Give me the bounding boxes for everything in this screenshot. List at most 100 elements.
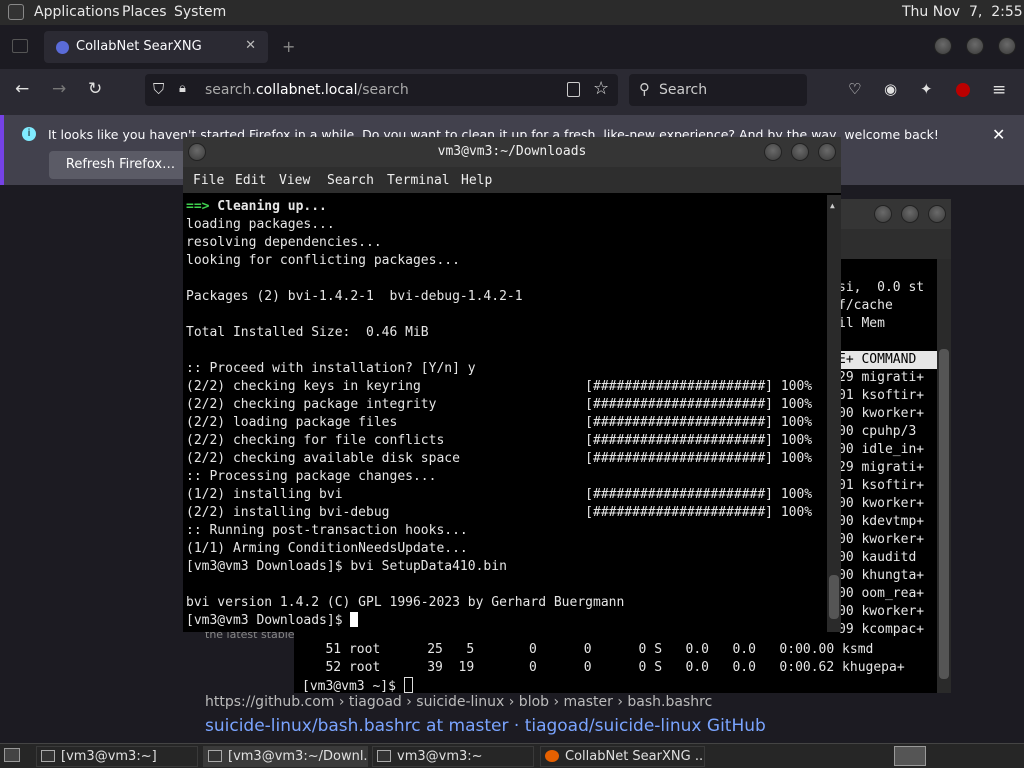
terminal-close-button[interactable] xyxy=(818,143,836,161)
top-side-line: 00 cpuhp/3 xyxy=(838,424,917,439)
downloads-terminal-window: vm3@vm3:~/Downloads File Edit View Searc… xyxy=(183,137,841,632)
search-placeholder: Search xyxy=(659,82,708,98)
refresh-firefox-button[interactable]: Refresh Firefox… xyxy=(49,151,192,179)
terminal-line: [vm3@vm3 Downloads]$ bvi SetupData410.bi… xyxy=(186,559,507,574)
terminal-line: ==> Cleaning up... xyxy=(186,199,327,214)
terminal-minimize-button[interactable] xyxy=(764,143,782,161)
menu-edit[interactable]: Edit xyxy=(235,172,266,190)
terminal-line: (2/2) installing bvi-debug [############… xyxy=(186,505,813,520)
taskbar-label: CollabNet SearXNG ... xyxy=(565,749,705,764)
shield-icon[interactable]: ⛉ xyxy=(153,80,164,98)
cursor xyxy=(350,612,359,627)
top-terminal-close-button[interactable] xyxy=(928,205,946,223)
terminal-line: (2/2) loading package files [###########… xyxy=(186,415,813,430)
forward-arrow-icon[interactable]: → xyxy=(52,79,66,99)
applications-menu[interactable]: Applications xyxy=(34,4,120,20)
system-menu[interactable]: System xyxy=(174,4,226,20)
bookmark-star-icon[interactable]: ☆ xyxy=(593,78,609,99)
top-terminal-minimize-button[interactable] xyxy=(874,205,892,223)
new-tab-icon[interactable]: + xyxy=(282,37,295,56)
close-notification-icon[interactable]: ✕ xyxy=(992,125,1005,144)
maximize-window-button[interactable] xyxy=(966,37,984,55)
hamburger-menu-icon[interactable]: ≡ xyxy=(992,80,1006,100)
top-terminal-scrollbar[interactable] xyxy=(937,259,951,693)
nav-bar: ← → ↻ ⛉ 🔒︎ search.collabnet.local/search… xyxy=(0,69,1024,115)
firefox-icon xyxy=(545,750,559,762)
places-menu[interactable]: Places xyxy=(122,4,167,20)
terminal-output[interactable]: ==> Cleaning up... loading packages... res… xyxy=(186,198,826,630)
back-arrow-icon[interactable]: ← xyxy=(15,79,29,99)
taskbar-item-vm3[interactable]: vm3@vm3:~ xyxy=(372,746,534,767)
workspace-switcher[interactable] xyxy=(894,746,926,766)
terminal-menu-button[interactable] xyxy=(188,143,206,161)
extensions-icon[interactable]: ✦ xyxy=(920,80,933,98)
search-box[interactable]: ⚲ Search xyxy=(629,74,807,106)
menu-file[interactable]: File xyxy=(193,172,224,190)
result-title-link[interactable]: suicide-linux/bash.bashrc at master · ti… xyxy=(205,716,766,736)
menu-view[interactable]: View xyxy=(279,172,310,190)
search-icon: ⚲ xyxy=(639,80,650,98)
top-side-line: 29 migrati+ xyxy=(838,370,925,385)
searxng-favicon-icon xyxy=(56,41,69,54)
taskbar-item-firefox[interactable]: CollabNet SearXNG ... xyxy=(540,746,705,767)
taskbar-label: [vm3@vm3:~/Downl... xyxy=(228,749,368,764)
account-icon[interactable]: ◉ xyxy=(884,80,897,98)
result-breadcrumb[interactable]: https://github.com › tiagoad › suicide-l… xyxy=(205,694,712,710)
top-side-line: 00 idle_in+ xyxy=(838,442,925,457)
terminal-maximize-button[interactable] xyxy=(791,143,809,161)
terminal-scrollbar[interactable]: ▲ xyxy=(827,195,841,632)
terminal-line: loading packages... xyxy=(186,217,335,232)
top-process-list: si, 0.0 st f/cache il Mem E+ COMMAND 29 migr… xyxy=(838,279,938,639)
taskbar-item-vm3-home[interactable]: [vm3@vm3:~] xyxy=(36,746,198,767)
ublock-icon[interactable] xyxy=(956,83,970,97)
taskbar-label: vm3@vm3:~ xyxy=(397,749,483,764)
top-side-line: f/cache xyxy=(838,298,893,313)
pocket-icon[interactable]: ♡ xyxy=(848,80,861,98)
tab-overview-icon[interactable] xyxy=(12,39,28,53)
menu-help[interactable]: Help xyxy=(461,172,492,190)
top-terminal-scroll-thumb[interactable] xyxy=(939,349,949,679)
top-panel: Applications Places System Thu Nov 7, 2:… xyxy=(0,0,1024,25)
top-row: 52 root 39 19 0 0 0 S 0.0 0.0 0:00.62 kh… xyxy=(302,660,905,675)
top-side-line: 01 ksoftir+ xyxy=(838,478,925,493)
show-desktop-icon[interactable] xyxy=(4,748,20,762)
top-prompt[interactable]: [vm3@vm3 ~]$ xyxy=(302,677,922,695)
top-side-line: 00 kworker+ xyxy=(838,406,925,421)
lock-icon[interactable]: 🔒︎ xyxy=(179,81,186,96)
top-terminal-maximize-button[interactable] xyxy=(901,205,919,223)
clock[interactable]: Thu Nov 7, 2:55 PM xyxy=(902,4,1024,20)
url-bar[interactable]: ⛉ 🔒︎ search.collabnet.local/search ☆ xyxy=(145,74,618,106)
close-window-button[interactable] xyxy=(998,37,1016,55)
terminal-line: bvi version 1.4.2 (C) GPL 1996-2023 by G… xyxy=(186,595,625,610)
top-rows: 51 root 25 5 0 0 0 S 0.0 0.0 0:00.00 ksm… xyxy=(302,641,922,695)
top-side-line: 00 kworker+ xyxy=(838,496,925,511)
top-row: 51 root 25 5 0 0 0 S 0.0 0.0 0:00.00 ksm… xyxy=(302,642,874,657)
distro-icon[interactable] xyxy=(8,4,24,20)
terminal-line: :: Proceed with installation? [Y/n] y xyxy=(186,361,476,376)
terminal-scroll-thumb[interactable] xyxy=(829,575,839,619)
terminal-line: (1/1) Arming ConditionNeedsUpdate... xyxy=(186,541,468,556)
reload-icon[interactable]: ↻ xyxy=(88,79,102,99)
terminal-line: :: Processing package changes... xyxy=(186,469,437,484)
top-side-line: 01 ksoftir+ xyxy=(838,388,925,403)
taskbar-item-vm3-downloads[interactable]: [vm3@vm3:~/Downl... xyxy=(203,746,368,767)
tab-collabnet[interactable]: CollabNet SearXNG ✕ xyxy=(44,31,268,63)
scroll-up-arrow-icon[interactable]: ▲ xyxy=(830,197,835,215)
close-tab-icon[interactable]: ✕ xyxy=(245,38,256,53)
top-side-line xyxy=(838,333,938,351)
minimize-window-button[interactable] xyxy=(934,37,952,55)
url-text[interactable]: search.collabnet.local/search xyxy=(205,82,409,98)
top-side-line: 00 kauditd xyxy=(838,550,917,565)
top-side-line: si, 0.0 st xyxy=(838,280,925,295)
menu-terminal[interactable]: Terminal xyxy=(387,172,450,190)
menu-search[interactable]: Search xyxy=(327,172,374,190)
terminal-icon xyxy=(208,750,222,762)
top-side-line: E+ COMMAND xyxy=(838,351,938,369)
top-side-line: 00 oom_rea+ xyxy=(838,586,925,601)
terminal-menubar: File Edit View Search Terminal Help xyxy=(183,167,841,193)
reader-view-icon[interactable] xyxy=(567,82,580,97)
